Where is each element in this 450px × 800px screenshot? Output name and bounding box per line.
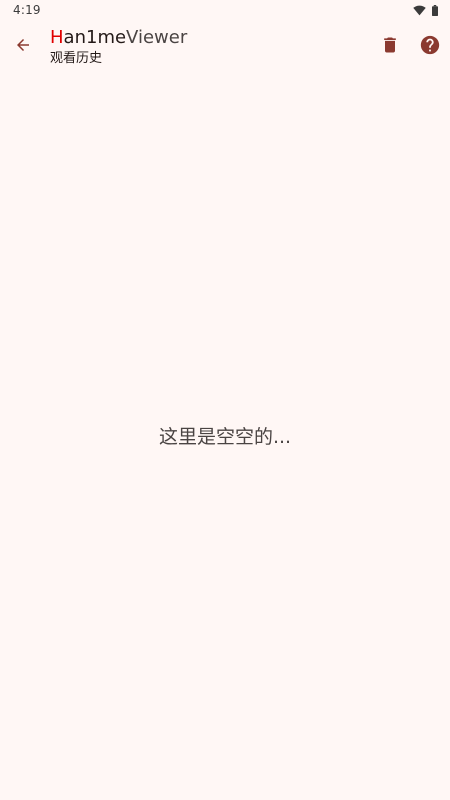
arrow-back-icon: [14, 36, 32, 58]
status-icons: [413, 3, 438, 17]
app-title-accent: H: [50, 27, 64, 48]
back-button[interactable]: [8, 32, 38, 62]
app-bar: Han1meViewer 观看历史: [0, 22, 450, 72]
delete-history-button[interactable]: [374, 31, 406, 63]
help-button[interactable]: [414, 31, 446, 63]
app-title: Han1meViewer: [50, 27, 187, 49]
battery-icon: [432, 4, 438, 16]
app-title-middle: an1me: [63, 27, 127, 48]
app-title-end: Viewer: [126, 27, 188, 48]
status-bar: 4:19: [0, 0, 450, 22]
page-subtitle: 观看历史: [50, 51, 103, 66]
status-time: 4:19: [13, 3, 41, 17]
empty-state-message: 这里是空空的...: [158, 426, 292, 448]
help-circle-icon: [419, 34, 441, 60]
title-block: Han1meViewer 观看历史: [50, 27, 187, 67]
trash-icon: [380, 35, 400, 59]
wifi-icon: [413, 5, 426, 16]
